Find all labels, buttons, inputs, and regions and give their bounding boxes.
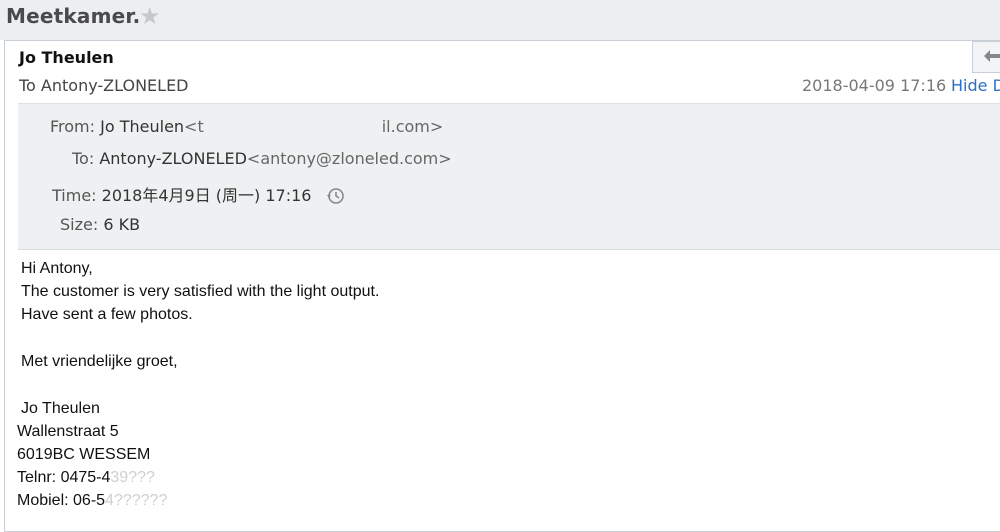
from-name[interactable]: Jo Theulen: [100, 117, 184, 136]
to-label: To:: [72, 149, 95, 168]
time-row: Time: 2018年4月9日 (周一) 17:16: [52, 182, 345, 207]
mobile-label: Mobiel: 06-5: [17, 492, 106, 509]
redacted-area: [203, 118, 382, 132]
size-label: Size:: [60, 215, 99, 234]
signature-city: 6019BC WESSEM: [17, 446, 151, 463]
star-icon[interactable]: ★: [139, 2, 161, 30]
hide-details-link[interactable]: Hide D: [951, 76, 1000, 95]
email-date: 2018-04-09 17:16: [802, 76, 947, 95]
to-row: To: Antony-ZLONELED<antony@zloneled.com>: [72, 149, 452, 168]
body-closing: Met vriendelijke groet,: [21, 353, 178, 370]
signature-name: Jo Theulen: [21, 400, 100, 417]
sender-name[interactable]: Jo Theulen: [19, 48, 114, 67]
from-address-start: <t: [184, 117, 204, 136]
body-line-1: The customer is very satisfied with the …: [21, 283, 380, 300]
time-label: Time:: [52, 186, 97, 205]
from-label: From:: [50, 117, 96, 136]
reply-arrow-icon: [984, 50, 1000, 62]
email-subject: Meetkamer.: [6, 4, 141, 28]
size-value: 6 KB: [103, 215, 141, 234]
size-row: Size: 6 KB: [60, 215, 140, 234]
signature-phone: Telnr: 0475-439???: [17, 469, 155, 487]
history-clock-icon[interactable]: [325, 186, 345, 206]
phone-label: Telnr: 0475-4: [17, 469, 111, 486]
from-address-end: il.com>: [381, 117, 444, 136]
recipient-summary: To Antony-ZLONELED: [19, 76, 189, 95]
mobile-redacted: 4??????: [105, 492, 168, 509]
body-line-2: Have sent a few photos.: [21, 306, 193, 323]
to-name[interactable]: Antony-ZLONELED: [99, 149, 247, 168]
signature-mobile: Mobiel: 06-54??????: [17, 492, 167, 510]
time-value: 2018年4月9日 (周一) 17:16: [101, 186, 312, 205]
from-row: From: Jo Theulen<t il.com>: [50, 117, 443, 136]
phone-redacted: 39???: [110, 469, 155, 486]
body-greeting: Hi Antony,: [21, 260, 93, 277]
reply-button[interactable]: [972, 41, 1000, 73]
to-address: <antony@zloneled.com>: [246, 149, 452, 168]
signature-street: Wallenstraat 5: [17, 423, 119, 440]
